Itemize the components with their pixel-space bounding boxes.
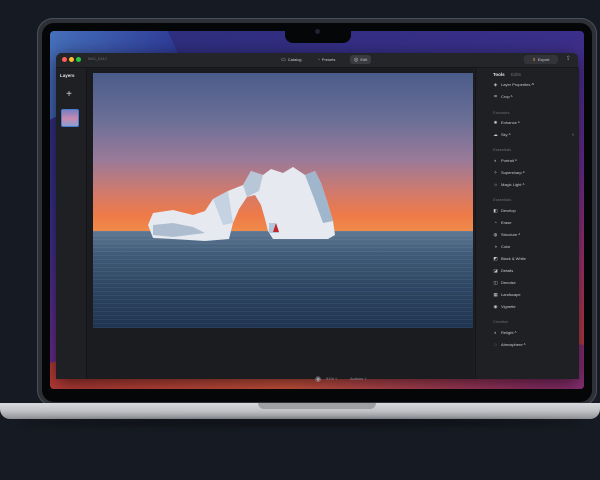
tool-crop[interactable]: ⌗ Crop ᴬ (493, 93, 512, 101)
tool-atmosphere[interactable]: ◌ Atmosphere ᴬ (493, 341, 525, 349)
add-layer-button[interactable]: + (62, 88, 76, 102)
laptop-base-notch (258, 403, 376, 409)
layers-panel: Layers + (56, 68, 87, 379)
tool-erase[interactable]: ◔ Erase (493, 219, 511, 227)
tab-tools[interactable]: Tools (493, 72, 505, 77)
tool-black-white[interactable]: ◩ Black & White (493, 255, 526, 263)
edit-icon: ◎ (354, 57, 359, 63)
relight-icon: ◐ (494, 330, 497, 335)
tool-sky[interactable]: ☁ Sky ᴬ (493, 131, 510, 139)
layers-title: Layers (60, 73, 75, 78)
sailboat (273, 223, 279, 232)
sky-icon: ☁ (493, 132, 498, 137)
tool-enhance[interactable]: ✺ Enhance ᴬ (493, 119, 520, 127)
share-icon[interactable]: ⇪ (564, 55, 573, 64)
section-essentials-ai: Essentials (493, 147, 512, 152)
tool-details[interactable]: ◪ Details (493, 267, 513, 275)
tab-edits[interactable]: Edits (511, 72, 521, 77)
tools-panel: Tools Edits ◈ Layer Properties ᴬᴵ ⌗ Crop ᴬ… (475, 68, 579, 379)
atmosphere-icon: ◌ (494, 342, 497, 347)
layer-properties-icon: ◈ (493, 82, 498, 87)
chevron-down-icon[interactable]: ˅ (572, 132, 574, 137)
section-favorites: Favorites (493, 110, 510, 115)
tab-edit[interactable]: ◎ Edit (350, 55, 372, 64)
iceberg-arch (148, 167, 335, 241)
portrait-icon: ◐ (494, 158, 497, 163)
vignette-icon: ◉ (493, 304, 498, 309)
tool-develop[interactable]: ◧ Develop (493, 207, 515, 215)
canvas-toolbar: ◉ 91% ˅ Actions ˅ (118, 370, 505, 389)
tool-relight[interactable]: ◐ Relight ᴬ (493, 329, 516, 337)
catalog-icon: ▭ (281, 57, 286, 63)
tool-supersharp[interactable]: ✧ Supersharp ᴬ (493, 169, 525, 177)
minimize-window-button[interactable] (69, 57, 74, 62)
crop-icon: ⌗ (494, 94, 497, 99)
camera-icon (315, 29, 320, 34)
close-window-button[interactable] (62, 57, 67, 62)
section-essentials: Essentials (493, 197, 512, 202)
photo-editor-window: IMG_0142 ▭ Catalog ◦ Presets ◎ Edit ⬆ Export… (56, 53, 579, 383)
export-icon: ⬆ (532, 57, 536, 62)
magic-light-icon: ☼ (493, 182, 498, 187)
tool-color[interactable]: ◑ Color (493, 243, 510, 251)
tab-presets[interactable]: ◦ Presets (314, 55, 339, 64)
tool-portrait[interactable]: ◐ Portrait ᴬ (493, 157, 517, 165)
enhance-icon: ✺ (493, 120, 498, 125)
details-icon: ◪ (493, 268, 498, 273)
export-button[interactable]: ⬆ Export (524, 55, 558, 64)
title-bar: IMG_0142 ▭ Catalog ◦ Presets ◎ Edit ⬆ Export… (56, 53, 578, 68)
photo-canvas[interactable] (93, 73, 473, 328)
structure-icon: ◍ (493, 232, 498, 237)
zoom-dropdown[interactable]: 91% ˅ (326, 376, 337, 381)
black-white-icon: ◩ (493, 256, 498, 261)
tool-structure[interactable]: ◍ Structure ᴬ (493, 231, 521, 239)
erase-icon: ◔ (494, 220, 497, 225)
tool-landscape[interactable]: ▦ Landscape (493, 291, 520, 299)
color-icon: ◑ (494, 244, 497, 249)
tool-vignette[interactable]: ◉ Vignette (493, 303, 516, 311)
tool-magic-light[interactable]: ☼ Magic Light ᴬ (493, 181, 524, 189)
denoise-icon: ◫ (493, 280, 498, 285)
layer-thumbnail[interactable] (61, 109, 79, 127)
eye-icon[interactable]: ◉ (315, 375, 321, 383)
canvas-area: ◉ 91% ˅ Actions ˅ (87, 68, 474, 383)
laptop-shadow (20, 420, 580, 426)
tab-catalog[interactable]: ▭ Catalog (277, 55, 306, 64)
document-name: IMG_0142 (88, 56, 107, 61)
landscape-icon: ▦ (493, 292, 498, 297)
laptop-screen: IMG_0142 ▭ Catalog ◦ Presets ◎ Edit ⬆ Export… (50, 31, 584, 389)
tool-denoise[interactable]: ◫ Denoise (493, 279, 515, 287)
develop-icon: ◧ (493, 208, 498, 213)
fullscreen-window-button[interactable] (76, 57, 81, 62)
supersharp-icon: ✧ (493, 170, 498, 175)
section-creative: Creative (493, 319, 508, 324)
actions-dropdown[interactable]: Actions ˅ (350, 376, 367, 381)
presets-icon: ◦ (318, 57, 320, 63)
tool-layer-properties[interactable]: ◈ Layer Properties ᴬᴵ (493, 81, 534, 89)
